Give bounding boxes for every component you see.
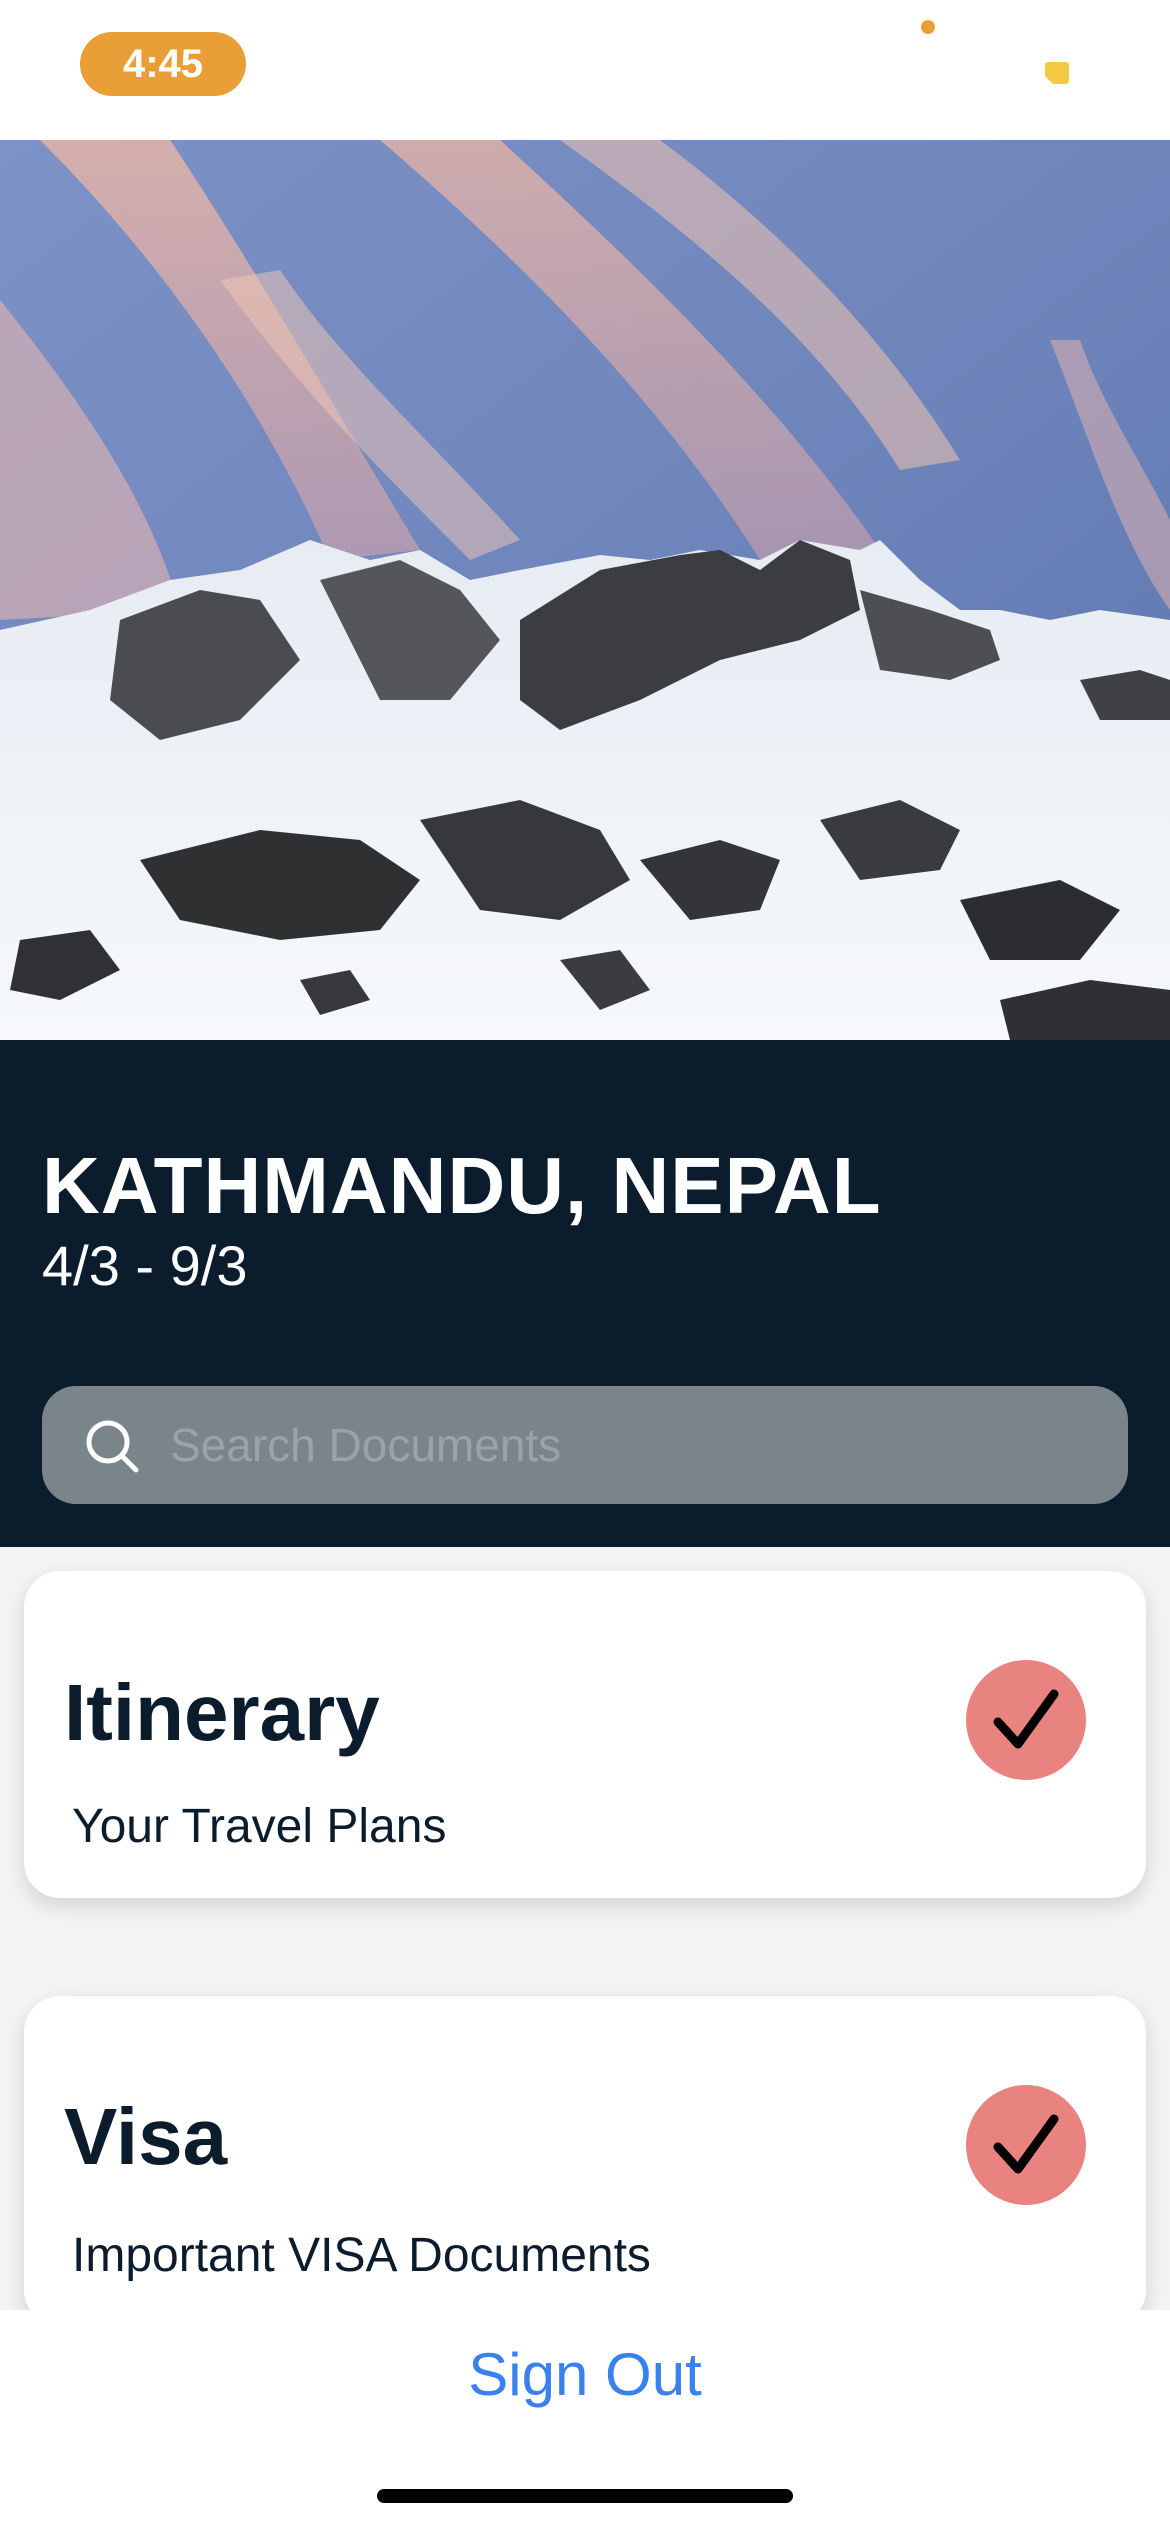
sign-out-button[interactable]: Sign Out [0, 2340, 1170, 2409]
status-time[interactable]: 4:45 [80, 32, 246, 96]
hero-mountain-image [0, 140, 1170, 1040]
card-subtitle: Important VISA Documents [72, 2229, 651, 2282]
visa-card[interactable]: Visa Important VISA Documents [24, 1996, 1146, 2326]
search-icon [86, 1420, 139, 1473]
destination-title: KATHMANDU, NEPAL [42, 1141, 882, 1230]
completed-badge [966, 2085, 1086, 2205]
privacy-indicator-dot [921, 20, 935, 34]
battery-low-icon [1045, 62, 1069, 84]
search-bar[interactable] [42, 1386, 1128, 1504]
search-input[interactable] [170, 1386, 1090, 1504]
card-title: Visa [64, 2092, 228, 2181]
completed-badge [966, 1660, 1086, 1780]
checkmark-icon [993, 1689, 1059, 1749]
card-subtitle: Your Travel Plans [72, 1800, 447, 1853]
trip-dates: 4/3 - 9/3 [42, 1234, 248, 1297]
checkmark-icon [993, 2114, 1059, 2174]
mountain-illustration [0, 140, 1170, 1040]
card-title: Itinerary [64, 1668, 380, 1757]
trip-documents-screen: 4:45 KATHMANDU, NEPAL 4/3 - 9/3 Search D… [0, 0, 1170, 2532]
home-indicator[interactable] [377, 2489, 793, 2503]
itinerary-card[interactable]: Itinerary Your Travel Plans [24, 1571, 1146, 1898]
status-bar: 4:45 [0, 0, 1170, 140]
